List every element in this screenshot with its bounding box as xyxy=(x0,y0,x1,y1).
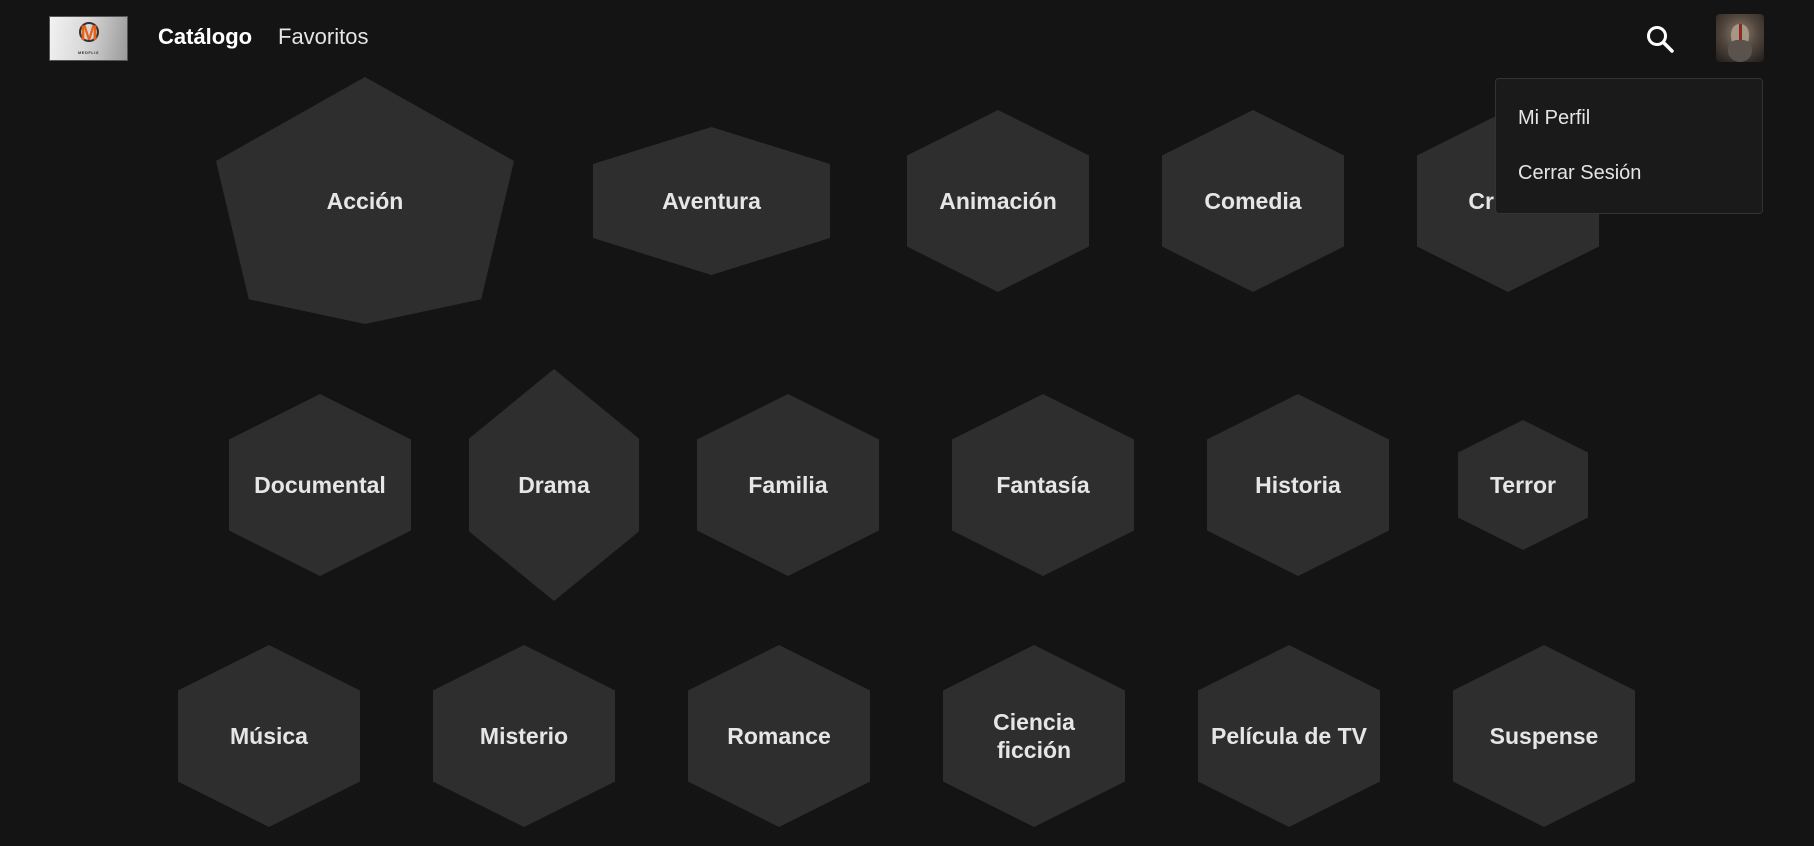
genre-label: Animación xyxy=(939,188,1057,214)
genre-tile-terror[interactable]: Terror xyxy=(1458,420,1588,550)
genre-tile-historia[interactable]: Historia xyxy=(1207,394,1389,576)
menu-item-cerrar-sesion[interactable]: Cerrar Sesión xyxy=(1518,162,1641,185)
genre-tile-musica[interactable]: Música xyxy=(178,645,360,827)
genre-label: Aventura xyxy=(662,188,761,214)
genre-label: Terror xyxy=(1489,472,1557,498)
genre-label: Suspense xyxy=(1489,723,1599,749)
genre-tile-comedia[interactable]: Comedia xyxy=(1162,110,1344,292)
genre-tile-suspense[interactable]: Suspense xyxy=(1453,645,1635,827)
genre-tile-aventura[interactable]: Aventura xyxy=(593,127,830,275)
genre-label: Música xyxy=(230,723,308,749)
genre-catalog-page: M MEDFLIX Catálogo Favoritos Acción Aven… xyxy=(0,0,1814,846)
genre-label: Misterio xyxy=(479,723,569,749)
genre-label: Comedia xyxy=(1204,188,1302,214)
genre-label: Acción xyxy=(326,187,404,214)
genre-tile-documental[interactable]: Documental xyxy=(229,394,411,576)
genre-label: Familia xyxy=(748,472,828,498)
genre-label: Documental xyxy=(254,472,386,498)
genre-label: Romance xyxy=(727,723,831,749)
app-logo[interactable]: M MEDFLIX xyxy=(49,16,128,61)
menu-item-mi-perfil[interactable]: Mi Perfil xyxy=(1518,107,1590,130)
genre-tile-misterio[interactable]: Misterio xyxy=(433,645,615,827)
avatar-beard xyxy=(1728,40,1752,62)
genre-tile-drama[interactable]: Drama xyxy=(469,369,639,601)
nav-favoritos-link[interactable]: Favoritos xyxy=(278,24,368,50)
genre-tile-accion[interactable]: Acción xyxy=(216,77,514,324)
profile-avatar[interactable] xyxy=(1716,14,1764,62)
genre-label: Ciencia ficción xyxy=(993,709,1075,763)
genre-tile-familia[interactable]: Familia xyxy=(697,394,879,576)
genre-tile-fantasia[interactable]: Fantasía xyxy=(952,394,1134,576)
genre-label: Historia xyxy=(1255,472,1341,498)
profile-dropdown-menu: Mi Perfil Cerrar Sesión xyxy=(1495,78,1763,214)
genre-tile-animacion[interactable]: Animación xyxy=(907,110,1089,292)
search-icon[interactable] xyxy=(1645,24,1675,54)
genre-label: Drama xyxy=(518,472,590,498)
genre-label: Película de TV xyxy=(1211,723,1367,749)
nav-catalogo-link[interactable]: Catálogo xyxy=(158,24,252,50)
genre-label: Fantasía xyxy=(996,472,1090,498)
logo-letter: M xyxy=(80,22,98,45)
avatar-facepaint xyxy=(1739,24,1742,40)
top-navigation-bar: M MEDFLIX Catálogo Favoritos xyxy=(0,0,1814,76)
logo-wordmark: MEDFLIX xyxy=(77,50,100,55)
genre-tile-pelicula-de-tv[interactable]: Película de TV xyxy=(1198,645,1380,827)
genre-tile-romance[interactable]: Romance xyxy=(688,645,870,827)
genre-tile-ciencia-ficcion[interactable]: Ciencia ficción xyxy=(943,645,1125,827)
